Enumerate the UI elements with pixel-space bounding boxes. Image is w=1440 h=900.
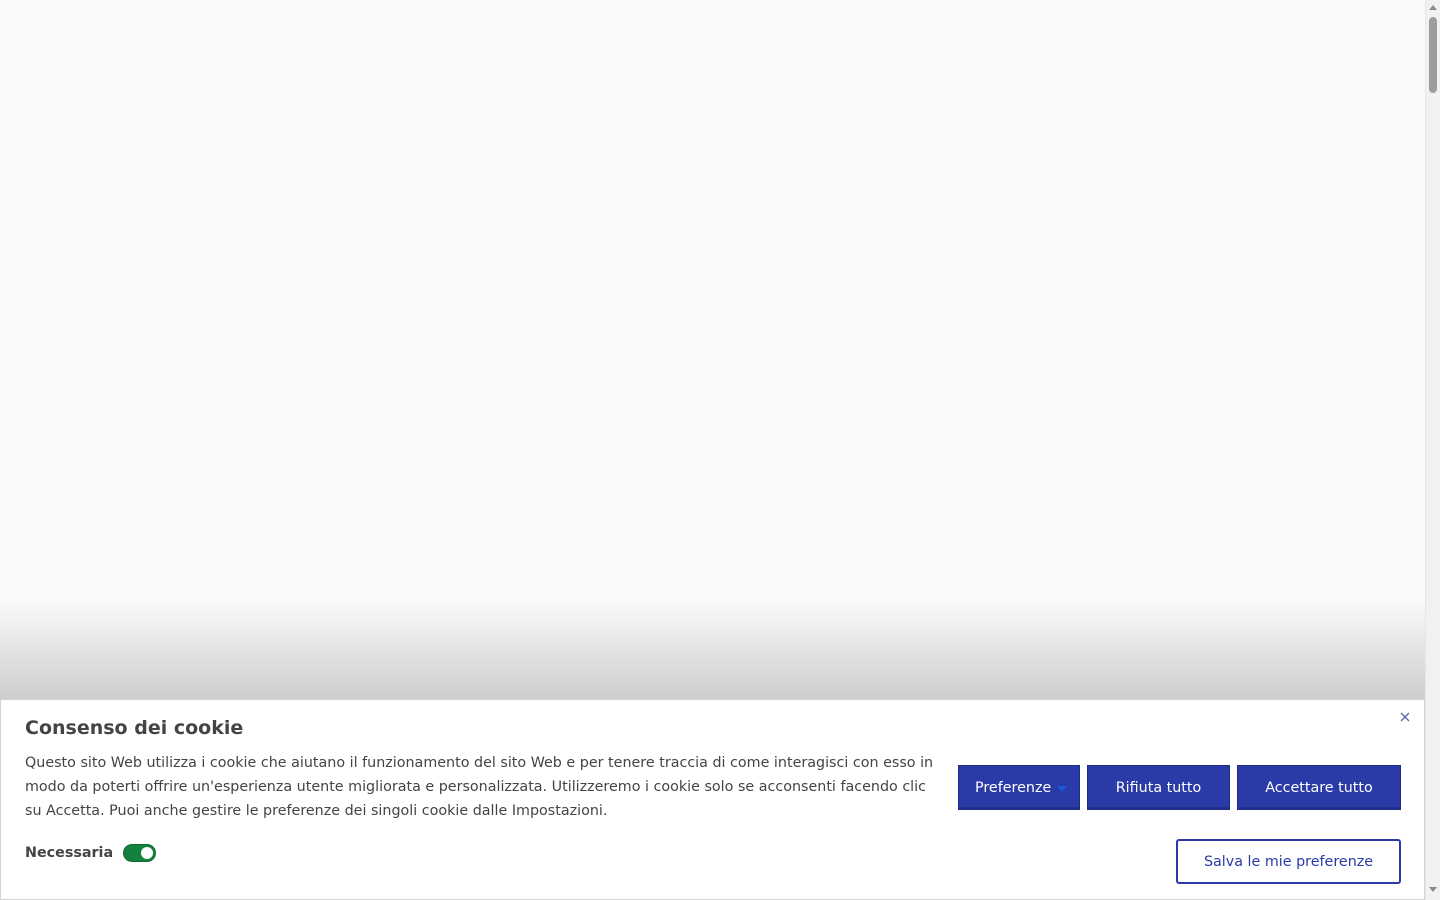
scroll-up-arrow-icon[interactable] xyxy=(1429,5,1437,10)
page-scrollbar[interactable] xyxy=(1425,0,1440,900)
necessary-toggle-label: Necessaria xyxy=(25,845,114,861)
save-preferences-button[interactable]: Salva le mie preferenze xyxy=(1176,839,1401,884)
scroll-thumb[interactable] xyxy=(1429,17,1437,93)
close-button[interactable] xyxy=(1397,709,1413,725)
toggle-knob xyxy=(141,847,154,859)
necessary-toggle-row: Necessaria xyxy=(25,841,157,865)
caret-down-icon xyxy=(1057,786,1067,792)
banner-description: Questo sito Web utilizza i cookie che ai… xyxy=(25,755,934,819)
reject-all-button[interactable]: Rifiuta tutto xyxy=(1087,765,1230,810)
accept-all-button[interactable]: Accettare tutto xyxy=(1237,765,1401,810)
overlay-shadow xyxy=(0,600,1425,700)
close-icon xyxy=(1400,712,1410,722)
preferences-button[interactable]: Preferenze xyxy=(958,765,1080,810)
cookie-consent-banner: Consenso dei cookie Questo sito Web util… xyxy=(0,699,1425,900)
scroll-down-arrow-icon[interactable] xyxy=(1429,887,1437,892)
necessary-toggle[interactable] xyxy=(123,844,157,862)
preferences-button-label: Preferenze xyxy=(975,779,1052,796)
banner-title: Consenso dei cookie xyxy=(25,717,244,739)
